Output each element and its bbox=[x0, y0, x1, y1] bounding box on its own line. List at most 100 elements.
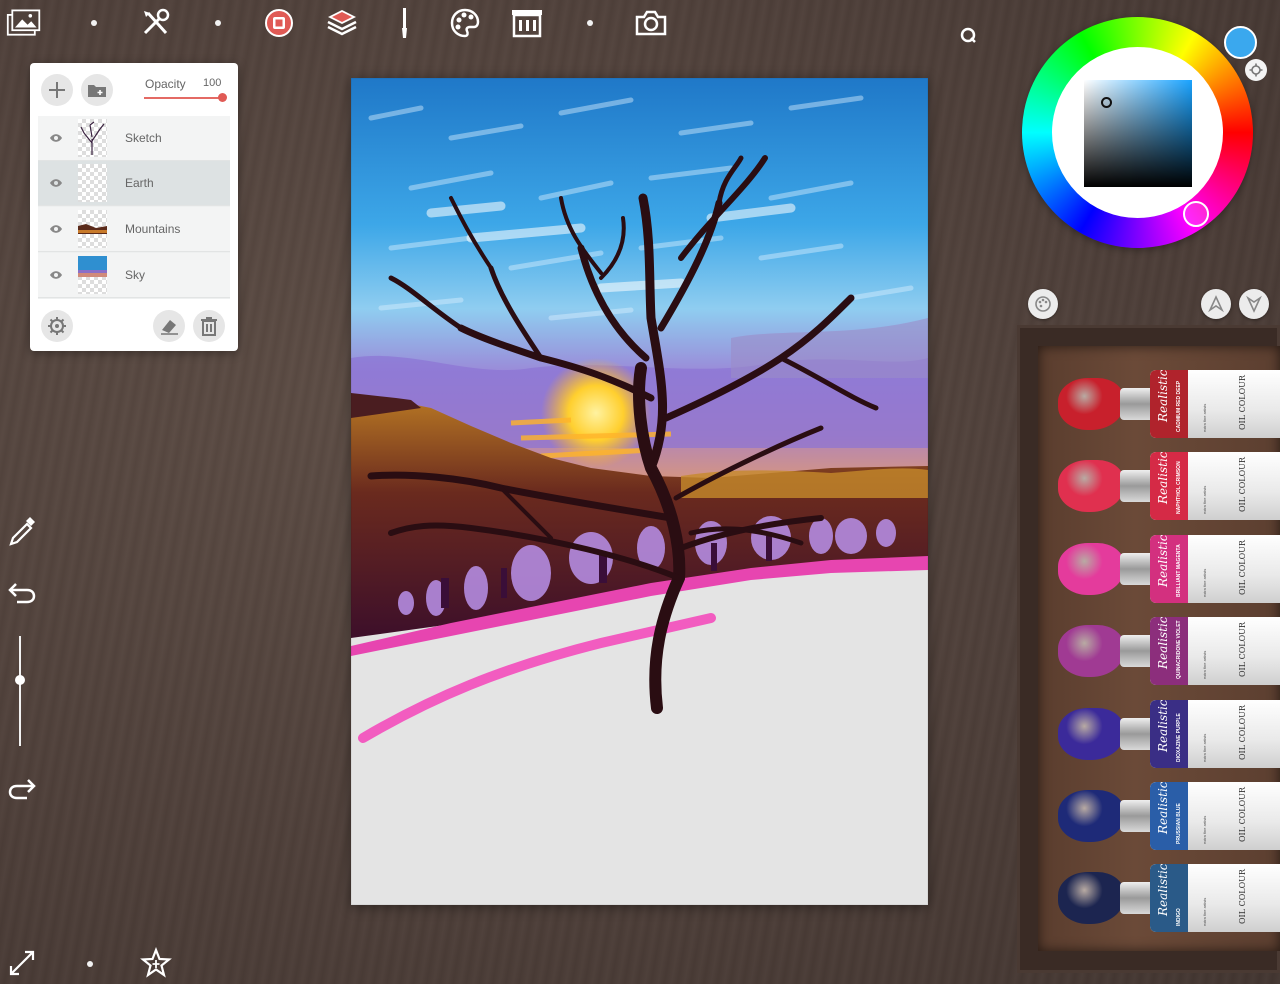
delete-layer-button[interactable] bbox=[193, 310, 225, 342]
tube-oil-text: OIL COLOUR bbox=[1238, 540, 1247, 595]
tube-cap bbox=[1120, 388, 1152, 420]
tube-color-name: QUINACRIDONE VIOLET bbox=[1176, 620, 1182, 679]
eyedropper-icon[interactable] bbox=[5, 514, 39, 548]
layer-name: Mountains bbox=[125, 222, 181, 236]
tube-body: Realistic QUINACRIDONE VIOLET extra fine a… bbox=[1150, 617, 1280, 685]
tube-color-name: CADMIUM RED DEEP bbox=[1176, 380, 1182, 432]
tube-label: Realistic PRUSSIAN BLUE bbox=[1150, 782, 1188, 850]
opacity-slider-thumb[interactable] bbox=[218, 93, 227, 102]
add-group-button[interactable] bbox=[81, 74, 113, 106]
redo-icon[interactable] bbox=[5, 772, 39, 806]
palette-icon[interactable] bbox=[447, 5, 483, 41]
layer-settings-button[interactable] bbox=[41, 310, 73, 342]
add-layer-button[interactable] bbox=[41, 74, 73, 106]
tube-brand: Realistic bbox=[1156, 782, 1170, 834]
reference-icon[interactable] bbox=[509, 5, 545, 41]
toolbar-separator-dot bbox=[587, 20, 593, 26]
current-color-swatch[interactable] bbox=[1224, 26, 1257, 59]
eye-icon[interactable] bbox=[49, 270, 63, 280]
tube-label: Realistic NAPHTHOL CRIMSON bbox=[1150, 452, 1188, 520]
paint-blob bbox=[1058, 708, 1124, 760]
brush-size-track[interactable] bbox=[19, 636, 21, 746]
eye-icon[interactable] bbox=[49, 224, 63, 234]
tube-fine-text: extra fine artists bbox=[1202, 733, 1207, 762]
tube-oil-text: OIL COLOUR bbox=[1238, 787, 1247, 842]
tube-brand: Realistic bbox=[1156, 370, 1170, 422]
saturation-value-handle[interactable] bbox=[1101, 97, 1112, 108]
gallery-icon[interactable] bbox=[6, 5, 42, 41]
layer-row-earth[interactable]: Earth bbox=[38, 161, 230, 206]
layer-thumbnail-sky bbox=[78, 256, 107, 294]
paint-blob bbox=[1058, 790, 1124, 842]
painting-artwork bbox=[351, 78, 928, 905]
layer-row-mountains[interactable]: Mountains bbox=[38, 207, 230, 252]
paint-blob bbox=[1058, 872, 1124, 924]
paint-blob bbox=[1058, 625, 1124, 677]
hue-handle[interactable] bbox=[1183, 201, 1209, 227]
tube-body: Realistic INDIGO extra fine artists OIL COL… bbox=[1150, 864, 1280, 932]
paint-tube[interactable]: Realistic QUINACRIDONE VIOLET extra fine a… bbox=[1058, 615, 1280, 687]
tube-fine-text: extra fine artists bbox=[1202, 403, 1207, 432]
tube-oil-text: OIL COLOUR bbox=[1238, 457, 1247, 512]
tube-oil-text: OIL COLOUR bbox=[1238, 622, 1247, 677]
tube-cap bbox=[1120, 800, 1152, 832]
tube-fine-text: extra fine artists bbox=[1202, 650, 1207, 679]
tube-body: Realistic DIOXAZINE PURPLE extra fine arti… bbox=[1150, 700, 1280, 768]
opacity-slider-track[interactable] bbox=[144, 97, 222, 99]
record-icon[interactable] bbox=[261, 5, 297, 41]
favorites-star-icon[interactable] bbox=[139, 946, 173, 980]
layer-name: Sky bbox=[125, 268, 146, 282]
paint-tube[interactable]: Realistic CADMIUM RED DEEP extra fine arti… bbox=[1058, 368, 1280, 440]
tube-brand: Realistic bbox=[1156, 535, 1170, 587]
layer-thumbnail-sketch bbox=[78, 119, 107, 157]
camera-icon[interactable] bbox=[633, 5, 669, 41]
reset-view-icon[interactable] bbox=[959, 26, 977, 44]
toolbar-separator-dot bbox=[91, 20, 97, 26]
tools-icon[interactable] bbox=[138, 5, 174, 41]
undo-icon[interactable] bbox=[5, 576, 39, 610]
tube-color-name: DIOXAZINE PURPLE bbox=[1176, 713, 1182, 762]
tube-body: Realistic BRILLIANT MAGENTA extra fine art… bbox=[1150, 535, 1280, 603]
clear-layer-button[interactable] bbox=[153, 310, 185, 342]
layers-icon[interactable] bbox=[324, 5, 360, 41]
tube-color-name: INDIGO bbox=[1176, 908, 1182, 926]
layer-name: Sketch bbox=[125, 131, 162, 145]
tube-oil-text: OIL COLOUR bbox=[1238, 869, 1247, 924]
paint-tube-up-button[interactable] bbox=[1201, 289, 1231, 319]
tube-label: Realistic CADMIUM RED DEEP bbox=[1150, 370, 1188, 438]
opacity-label: Opacity bbox=[145, 77, 186, 91]
tube-color-name: PRUSSIAN BLUE bbox=[1176, 803, 1182, 844]
toolbar-separator-dot bbox=[87, 961, 93, 967]
tube-color-name: BRILLIANT MAGENTA bbox=[1176, 544, 1182, 597]
eye-icon[interactable] bbox=[49, 133, 63, 143]
tube-cap bbox=[1120, 635, 1152, 667]
paint-tube-down-button[interactable] bbox=[1239, 289, 1269, 319]
tube-label: Realistic DIOXAZINE PURPLE bbox=[1150, 700, 1188, 768]
tube-oil-text: OIL COLOUR bbox=[1238, 705, 1247, 760]
saturation-value-square[interactable] bbox=[1084, 80, 1192, 187]
layer-list: Sketch Earth Mountains Sky bbox=[38, 116, 230, 299]
tube-body: Realistic PRUSSIAN BLUE extra fine artists… bbox=[1150, 782, 1280, 850]
palette-mode-button[interactable] bbox=[1028, 289, 1058, 319]
tube-brand: Realistic bbox=[1156, 617, 1170, 669]
layer-row-sky[interactable]: Sky bbox=[38, 253, 230, 298]
color-settings-icon[interactable] bbox=[1245, 59, 1267, 81]
paint-tube[interactable]: Realistic DIOXAZINE PURPLE extra fine arti… bbox=[1058, 698, 1280, 770]
layer-row-sketch[interactable]: Sketch bbox=[38, 116, 230, 161]
toolbar-separator-dot bbox=[215, 20, 221, 26]
layer-thumbnail-mountains bbox=[78, 210, 107, 248]
paint-tube[interactable]: Realistic PRUSSIAN BLUE extra fine artists… bbox=[1058, 780, 1280, 852]
tube-cap bbox=[1120, 553, 1152, 585]
tube-brand: Realistic bbox=[1156, 700, 1170, 752]
paint-tube[interactable]: Realistic INDIGO extra fine artists OIL COL… bbox=[1058, 862, 1280, 934]
eye-icon[interactable] bbox=[49, 178, 63, 188]
fullscreen-icon[interactable] bbox=[5, 946, 39, 980]
brush-icon[interactable] bbox=[386, 5, 422, 41]
brush-size-thumb[interactable] bbox=[15, 675, 25, 685]
layers-panel: Opacity 100 Sketch Earth Mountains Sky bbox=[30, 63, 238, 351]
paint-tube[interactable]: Realistic BRILLIANT MAGENTA extra fine art… bbox=[1058, 533, 1280, 605]
painting-canvas[interactable] bbox=[351, 78, 928, 905]
paint-tube[interactable]: Realistic NAPHTHOL CRIMSON extra fine arti… bbox=[1058, 450, 1280, 522]
tube-fine-text: extra fine artists bbox=[1202, 568, 1207, 597]
tube-label: Realistic BRILLIANT MAGENTA bbox=[1150, 535, 1188, 603]
